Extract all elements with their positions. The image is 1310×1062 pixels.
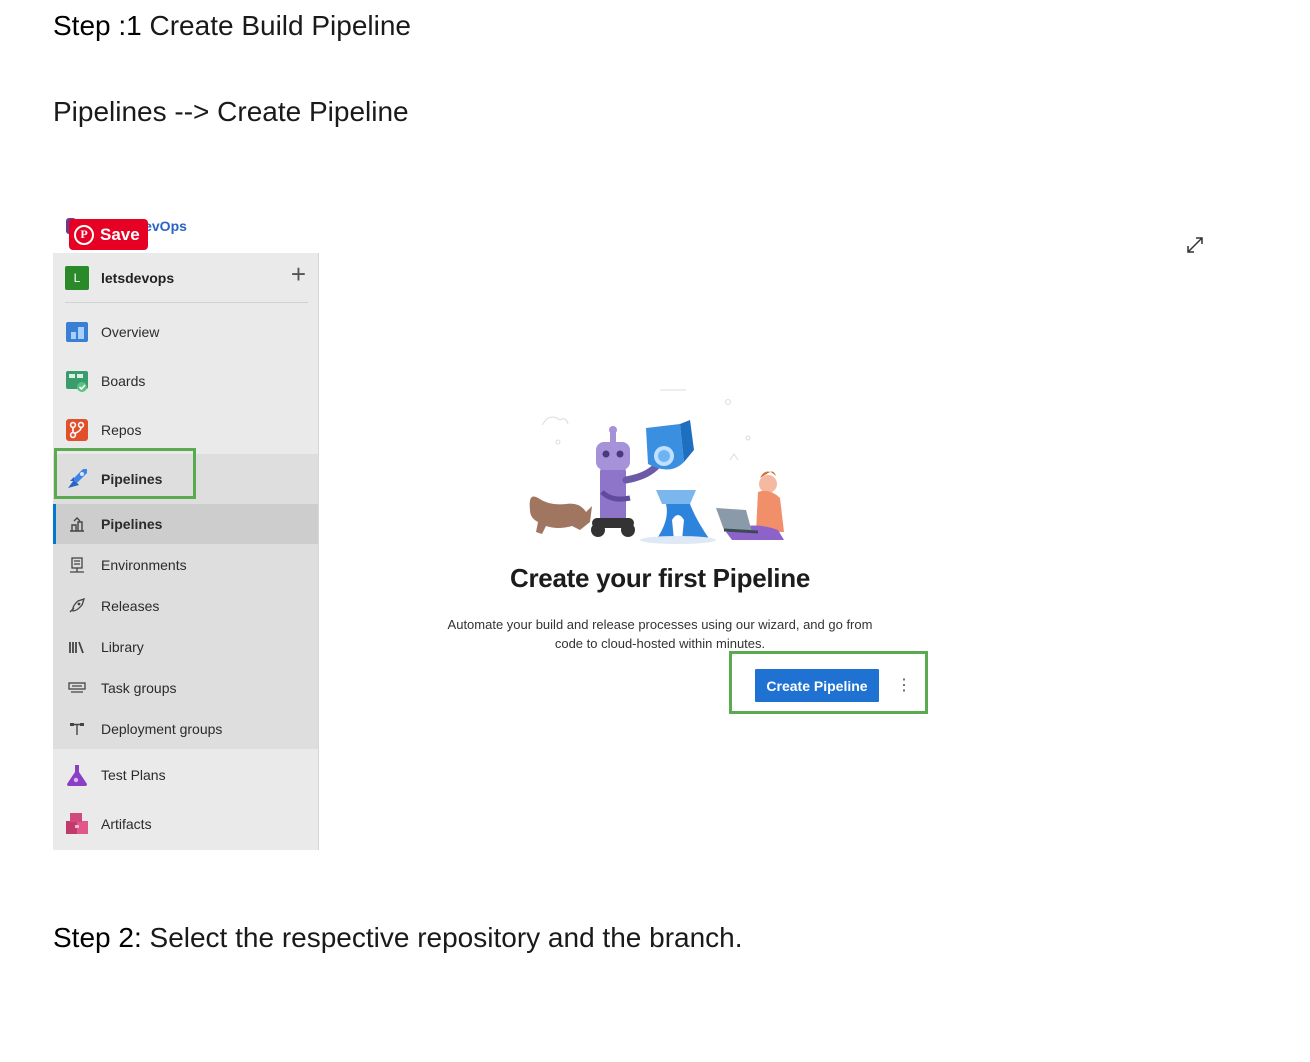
subitem-label: Pipelines bbox=[101, 516, 163, 532]
org-avatar: L bbox=[65, 265, 89, 290]
pinterest-icon: P bbox=[74, 224, 94, 245]
org-header[interactable]: L letsdevops + bbox=[65, 261, 308, 303]
subitem-library[interactable]: Library bbox=[53, 627, 318, 667]
task-groups-icon bbox=[65, 679, 89, 697]
sidebar-item-pipelines[interactable]: Pipelines bbox=[53, 459, 318, 499]
overview-icon bbox=[65, 320, 89, 344]
subitem-label: Deployment groups bbox=[101, 721, 223, 737]
empty-state-title: Create your first Pipeline bbox=[510, 563, 810, 593]
pipelines-icon bbox=[65, 467, 89, 491]
step1-label: Step :1 bbox=[53, 10, 142, 41]
save-label: Save bbox=[100, 224, 140, 244]
subitem-label: Library bbox=[101, 639, 144, 655]
step1-text: Create Build Pipeline bbox=[149, 10, 412, 41]
step2-heading: Step 2: Select the respective repository… bbox=[53, 922, 743, 954]
step2-label: Step 2: bbox=[53, 922, 142, 953]
sidebar-item-label: Artifacts bbox=[101, 816, 152, 832]
artifacts-icon bbox=[65, 812, 89, 836]
step2-text: Select the respective repository and the… bbox=[149, 922, 743, 953]
pipeline-illustration bbox=[529, 389, 784, 544]
library-icon bbox=[65, 638, 89, 656]
boards-icon bbox=[65, 369, 89, 393]
subitem-environments[interactable]: Environments bbox=[53, 545, 318, 585]
subitem-pipelines[interactable]: Pipelines bbox=[53, 504, 318, 544]
pipelines-sub-icon bbox=[65, 515, 89, 533]
test-plans-icon bbox=[65, 763, 89, 787]
navigation-path: Pipelines --> Create Pipeline bbox=[53, 96, 409, 127]
subitem-label: Environments bbox=[101, 557, 187, 573]
org-name: letsdevops bbox=[101, 269, 175, 286]
sidebar-item-boards[interactable]: Boards bbox=[53, 361, 318, 401]
sidebar-item-label: Repos bbox=[101, 422, 142, 438]
subitem-label: Releases bbox=[101, 598, 160, 614]
environments-icon bbox=[65, 556, 89, 574]
description-line-2: code to cloud-hosted within minutes. bbox=[554, 636, 766, 651]
subitem-releases[interactable]: Releases bbox=[53, 586, 318, 626]
more-options-button[interactable]: ⋮ bbox=[893, 674, 915, 698]
subitem-task-groups[interactable]: Task groups bbox=[53, 668, 318, 708]
sidebar-item-repos[interactable]: Repos bbox=[53, 410, 318, 450]
subitem-deployment-groups[interactable]: Deployment groups bbox=[53, 709, 318, 749]
add-project-button[interactable]: + bbox=[291, 261, 306, 287]
description-line-1: Automate your build and release processe… bbox=[447, 617, 873, 632]
project-sidebar: L letsdevops + Overview Boards Repos Pip… bbox=[53, 253, 319, 850]
releases-icon bbox=[65, 597, 89, 615]
repos-icon bbox=[65, 418, 89, 442]
sidebar-item-label: Pipelines bbox=[101, 471, 163, 487]
step1-heading: Step :1 Create Build Pipeline bbox=[53, 10, 411, 42]
expand-icon[interactable] bbox=[1184, 234, 1206, 256]
deployment-groups-icon bbox=[65, 720, 89, 738]
empty-state-description: Automate your build and release processe… bbox=[410, 615, 910, 653]
pinterest-save-button[interactable]: P Save bbox=[69, 219, 148, 250]
sidebar-item-label: Overview bbox=[101, 324, 160, 340]
sidebar-item-test-plans[interactable]: Test Plans bbox=[53, 755, 318, 795]
sidebar-item-label: Test Plans bbox=[101, 767, 166, 783]
robot-head bbox=[596, 442, 630, 470]
sidebar-item-artifacts[interactable]: Artifacts bbox=[53, 804, 318, 844]
sidebar-item-label: Boards bbox=[101, 373, 146, 389]
subitem-label: Task groups bbox=[101, 680, 177, 696]
sidebar-item-overview[interactable]: Overview bbox=[53, 312, 318, 352]
create-pipeline-button[interactable]: Create Pipeline bbox=[755, 669, 879, 702]
